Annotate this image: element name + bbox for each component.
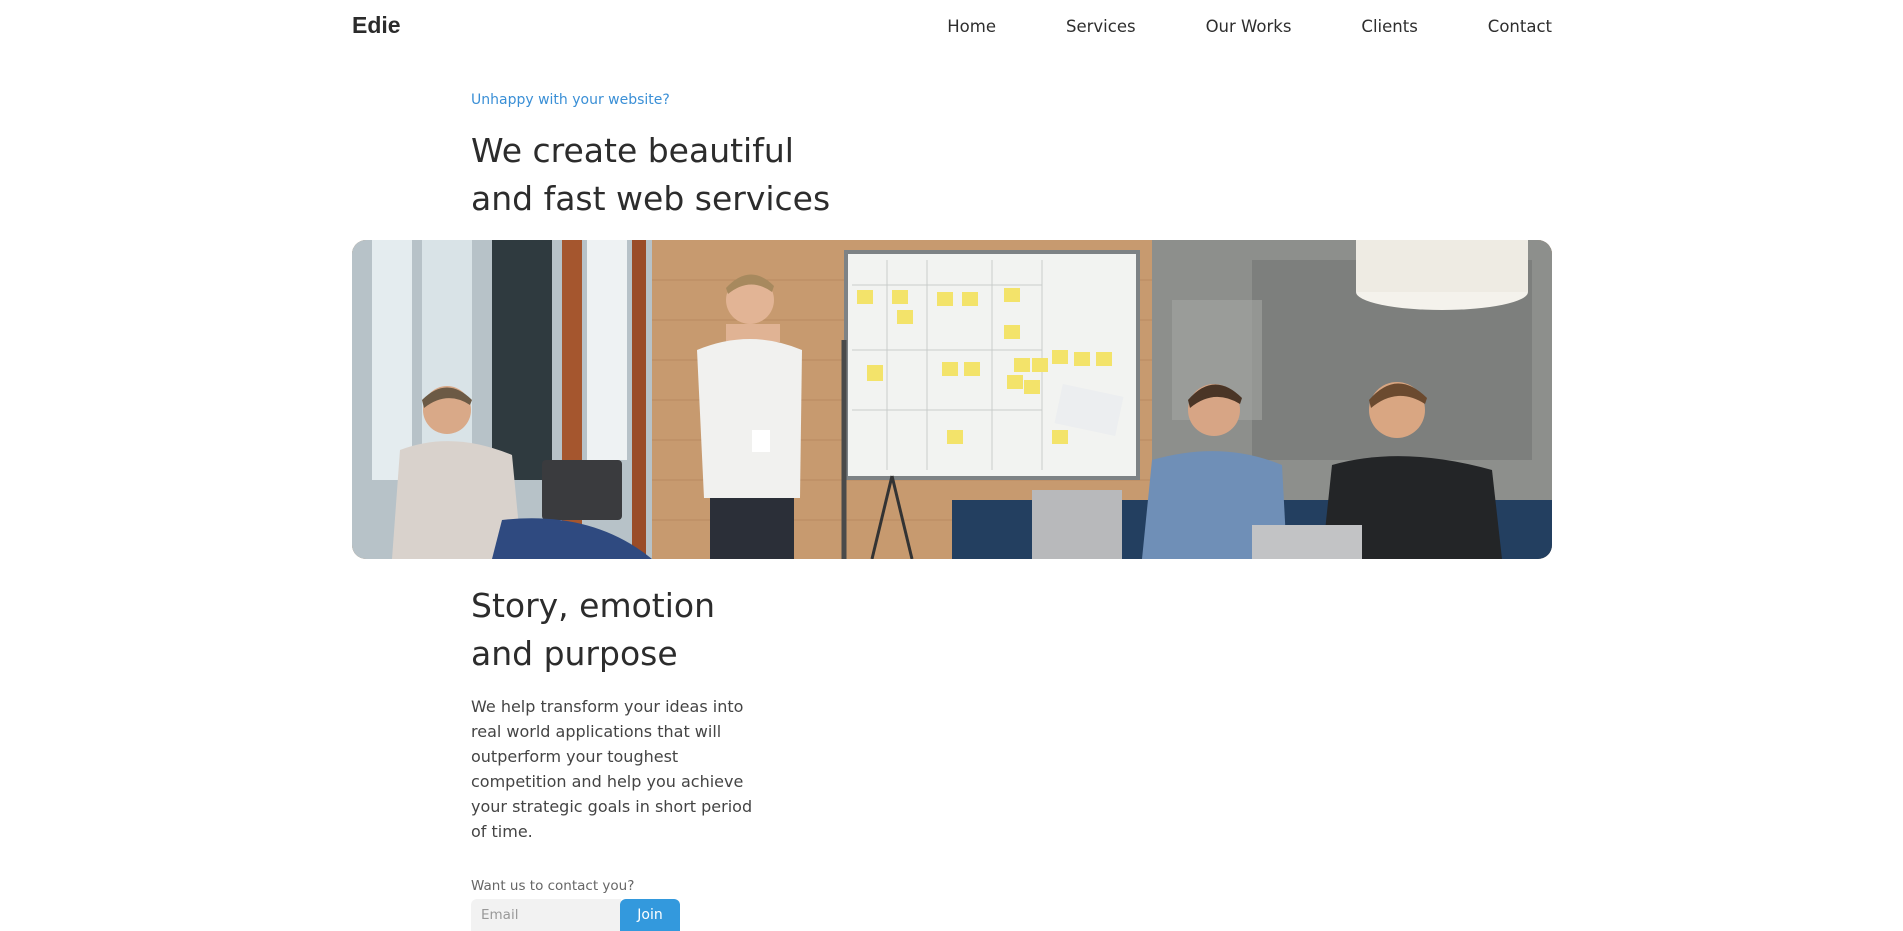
nav-item-clients[interactable]: Clients (1361, 16, 1417, 38)
nav-item-home[interactable]: Home (947, 16, 996, 38)
story-description: We help transform your ideas into real w… (471, 697, 753, 841)
contact-label: Want us to contact you? (471, 878, 635, 894)
hero-image (352, 240, 1552, 559)
story-title: Story, emotion and purpose (471, 582, 791, 678)
hero-eyebrow: Unhappy with your website? (471, 92, 670, 108)
nav-item-contact[interactable]: Contact (1488, 16, 1552, 38)
nav-item-our-works[interactable]: Our Works (1206, 16, 1292, 38)
hero-title-line-2: and fast web services (471, 179, 831, 218)
story-title-line-2: and purpose (471, 634, 678, 673)
site-header: Edie Home Services Our Works Clients Con… (0, 0, 1903, 54)
main-nav: Home Services Our Works Clients Contact (947, 16, 1552, 38)
nav-item-services[interactable]: Services (1066, 16, 1136, 38)
hero-title: We create beautiful and fast web service… (471, 127, 891, 223)
story-title-line-1: Story, emotion (471, 586, 716, 625)
join-button[interactable]: Join (620, 899, 680, 931)
email-input[interactable] (471, 899, 621, 931)
brand-logo[interactable]: Edie (352, 12, 401, 39)
hero-title-line-1: We create beautiful (471, 131, 794, 170)
